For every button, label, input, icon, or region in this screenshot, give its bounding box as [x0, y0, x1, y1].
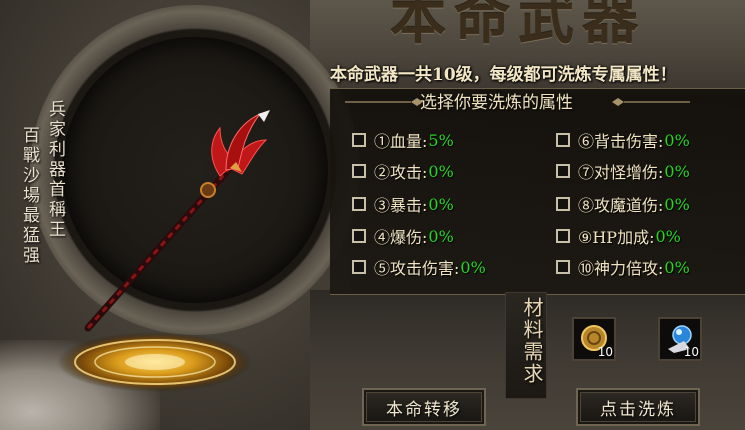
- attribute-row-magic-damage[interactable]: ⑧攻魔道伤: 0%: [556, 193, 690, 215]
- attribute-row-hp-bonus[interactable]: ⑨HP加成: 0%: [556, 225, 681, 247]
- attribute-label: ⑦对怪增伤:: [578, 163, 664, 182]
- ornament-left-icon: [345, 98, 423, 106]
- vertical-slogan-right: 兵家利器首稱王: [45, 100, 65, 240]
- attribute-row-hp[interactable]: ①血量: 5%: [352, 129, 454, 151]
- attribute-checkbox[interactable]: [556, 260, 570, 274]
- attribute-row-attack[interactable]: ②攻击: 0%: [352, 160, 454, 182]
- attribute-label: ⑧攻魔道伤:: [578, 196, 664, 215]
- attribute-value: 0%: [664, 161, 690, 181]
- attribute-value: 0%: [664, 257, 690, 277]
- attribute-checkbox[interactable]: [352, 197, 366, 211]
- attribute-row-divine-power[interactable]: ⑩神力倍攻: 0%: [556, 256, 690, 278]
- ornament-right-icon: [612, 98, 690, 106]
- attribute-label: ②攻击:: [374, 163, 428, 182]
- attribute-value: 0%: [428, 161, 454, 181]
- page-title: 本命武器: [390, 0, 646, 52]
- attribute-value: 0%: [664, 194, 690, 214]
- attribute-label: ④爆伤:: [374, 228, 428, 247]
- subtitle: 本命武器一共10级，每级都可洗炼专属属性！: [330, 65, 677, 85]
- attribute-checkbox[interactable]: [556, 229, 570, 243]
- attribute-label: ①血量:: [374, 132, 428, 151]
- material-count: 10: [597, 345, 613, 359]
- attribute-checkbox[interactable]: [556, 133, 570, 147]
- attribute-checkbox[interactable]: [556, 197, 570, 211]
- material-slot-gold-coin[interactable]: 10: [572, 317, 616, 361]
- attribute-label: ⑤攻击伤害:: [374, 259, 460, 278]
- attribute-checkbox[interactable]: [556, 164, 570, 178]
- attribute-checkbox[interactable]: [352, 133, 366, 147]
- attribute-label: ③暴击:: [374, 196, 428, 215]
- attribute-value: 0%: [664, 130, 690, 150]
- attribute-value: 0%: [655, 226, 681, 246]
- attribute-label: ⑩神力倍攻:: [578, 259, 664, 278]
- vertical-slogan-left: 百戰沙場最猛强: [19, 126, 39, 266]
- attribute-row-monster-damage[interactable]: ⑦对怪增伤: 0%: [556, 160, 690, 182]
- attribute-checkbox[interactable]: [352, 260, 366, 274]
- attribute-value: 0%: [428, 194, 454, 214]
- attribute-row-crit-damage[interactable]: ④爆伤: 0%: [352, 225, 454, 247]
- attribute-value: 0%: [428, 226, 454, 246]
- attribute-row-crit[interactable]: ③暴击: 0%: [352, 193, 454, 215]
- select-attribute-title: 选择你要洗炼的属性: [420, 93, 573, 113]
- attribute-checkbox[interactable]: [352, 164, 366, 178]
- attribute-label: ⑨HP加成:: [578, 228, 655, 247]
- material-slot-blue-gem[interactable]: 10: [658, 317, 702, 361]
- attribute-value: 5%: [428, 130, 454, 150]
- attribute-row-attack-damage[interactable]: ⑤攻击伤害: 0%: [352, 256, 486, 278]
- materials-label-text: 材料需求: [520, 297, 544, 385]
- trident-weapon-icon: [84, 110, 270, 332]
- material-count: 10: [683, 345, 699, 359]
- materials-required-label: 材料需求: [505, 292, 547, 399]
- game-window: 兵家利器首稱王 百戰沙場最猛强 本命武器 本命武器一共10级，每级都可洗炼专属属…: [0, 0, 745, 430]
- attribute-checkbox[interactable]: [352, 229, 366, 243]
- attribute-value: 0%: [460, 257, 486, 277]
- attribute-label: ⑥背击伤害:: [578, 132, 664, 151]
- transfer-button[interactable]: 本命转移: [362, 388, 486, 426]
- refine-button[interactable]: 点击洗炼: [576, 388, 700, 426]
- attribute-row-backstab[interactable]: ⑥背击伤害: 0%: [556, 129, 690, 151]
